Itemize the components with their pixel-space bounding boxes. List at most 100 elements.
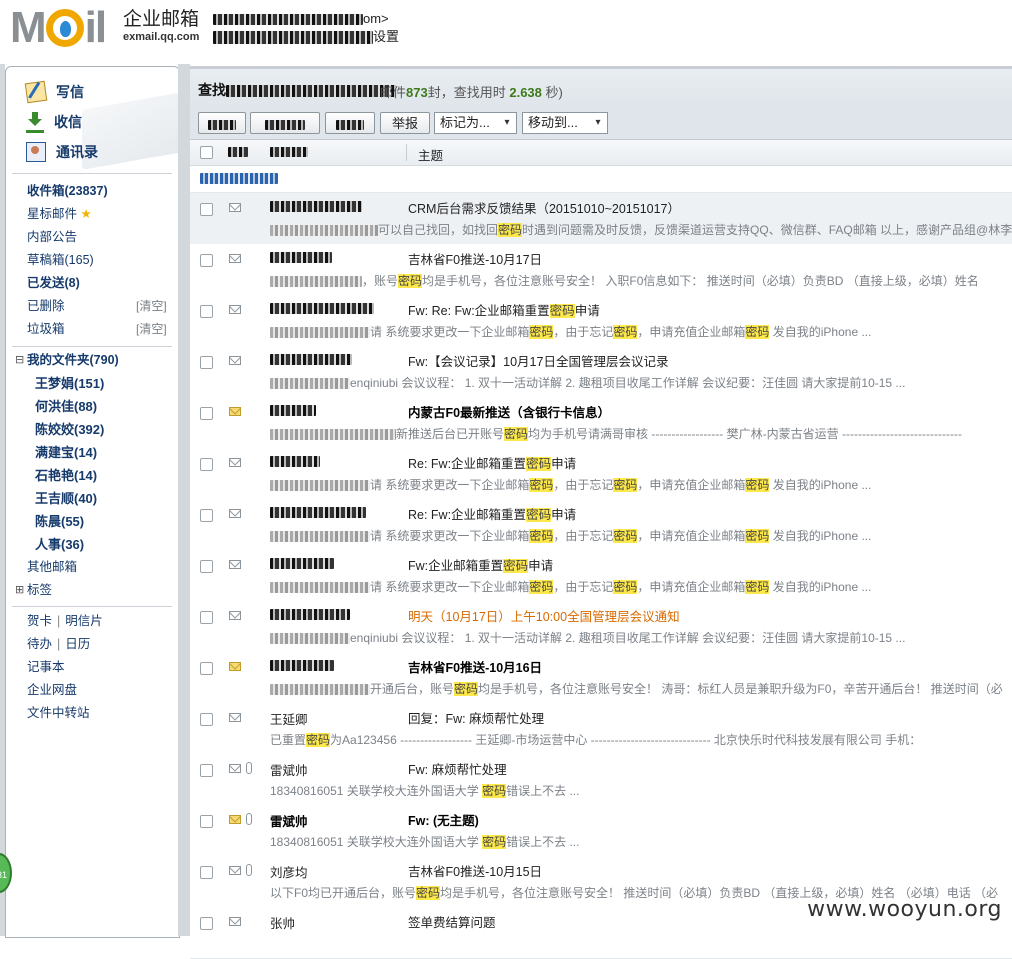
subject[interactable]: 签单费结算问题: [408, 912, 496, 931]
row-checkbox[interactable]: [200, 917, 213, 930]
folder-drafts[interactable]: 草稿箱(165): [27, 249, 94, 272]
mark-as-dropdown[interactable]: 标记为... ▾: [434, 112, 517, 134]
permanent-delete-button[interactable]: [250, 112, 320, 134]
subject[interactable]: Fw:企业邮箱重置密码申请: [408, 555, 553, 574]
mail-row[interactable]: Fw:企业邮箱重置密码申请请 系统要求更改一下企业邮箱密码，由于忘记密码，申请充…: [190, 550, 1012, 602]
row-checkbox[interactable]: [200, 254, 213, 267]
folder-deleted[interactable]: 已删除: [27, 295, 65, 318]
sender: [270, 505, 400, 519]
subject[interactable]: Fw: (无主题): [408, 810, 479, 829]
mail-row[interactable]: 明天（10月17日）上午10:00全国管理层会议通知 enqiniubi 会议议程…: [190, 601, 1012, 653]
row-checkbox[interactable]: [200, 305, 213, 318]
folder-inbox[interactable]: 收件箱(23837): [27, 180, 108, 203]
subfolder-item[interactable]: 王吉顺(40): [35, 487, 97, 510]
mail-row[interactable]: Re: Fw:企业邮箱重置密码申请请 系统要求更改一下企业邮箱密码，由于忘记密码…: [190, 448, 1012, 500]
tags-header[interactable]: 标签: [27, 579, 52, 602]
mail-list-panel: 查找 邮件873封，查找用时 2.638 秒) 举报 标记为... ▾ 移动到..…: [190, 66, 1012, 959]
row-checkbox[interactable]: [200, 866, 213, 879]
subfolder-item[interactable]: 王梦娟(151): [35, 372, 104, 395]
subfolder-item[interactable]: 石艳艳(14): [35, 464, 97, 487]
sender-redacted: [270, 609, 350, 621]
group-label-redacted: [200, 173, 278, 184]
date-group-header: [190, 166, 1012, 193]
todo-link[interactable]: 待办: [27, 637, 52, 651]
clear-spam-link[interactable]: [清空]: [136, 318, 167, 341]
subject[interactable]: 吉林省F0推送-10月17日: [408, 249, 542, 268]
folder-announcements[interactable]: 内部公告: [27, 226, 77, 249]
calendar-link[interactable]: 日历: [65, 637, 90, 651]
mail-row[interactable]: 内蒙古F0最新推送（含银行卡信息） 新推送后台已开账号密码均为手机号请满哥审核 -…: [190, 397, 1012, 449]
subfolder-item[interactable]: 陈姣姣(392): [35, 418, 104, 441]
mail-row[interactable]: 雷斌帅 Fw: 麻烦帮忙处理 18340816051 关联学校大连外国语大学 密码错…: [190, 754, 1012, 806]
subject[interactable]: Re: Fw:企业邮箱重置密码申请: [408, 453, 576, 472]
app-links-row: 贺卡 | 明信片: [27, 614, 103, 628]
subject[interactable]: Fw: Re: Fw:企业邮箱重置密码申请: [408, 300, 600, 319]
read-envelope-icon: [229, 917, 241, 926]
subject[interactable]: 明天（10月17日）上午10:00全国管理层会议通知: [408, 606, 680, 625]
mail-row[interactable]: Fw:【会议记录】10月17日全国管理层会议记录 enqiniubi 会议议程： …: [190, 346, 1012, 398]
row-checkbox[interactable]: [200, 611, 213, 624]
subfolder-item[interactable]: 何洪佳(88): [35, 395, 97, 418]
row-checkbox[interactable]: [200, 764, 213, 777]
subject[interactable]: 吉林省F0推送-10月16日: [408, 657, 542, 676]
mail-row[interactable]: Fw: Re: Fw:企业邮箱重置密码申请请 系统要求更改一下企业邮箱密码，由于…: [190, 295, 1012, 347]
move-to-dropdown[interactable]: 移动到... ▾: [522, 112, 608, 134]
row-checkbox[interactable]: [200, 458, 213, 471]
settings-link[interactable]: 设置: [373, 29, 399, 44]
row-checkbox[interactable]: [200, 713, 213, 726]
mail-row[interactable]: 雷斌帅 Fw: (无主题) 18340816051 关联学校大连外国语大学 密码错误…: [190, 805, 1012, 857]
row-checkbox[interactable]: [200, 407, 213, 420]
my-folders-header[interactable]: 我的文件夹(790): [27, 349, 119, 372]
subject[interactable]: 回复：Fw: 麻烦帮忙处理: [408, 708, 544, 727]
sender-column-header[interactable]: [270, 146, 308, 160]
mail-row[interactable]: CRM后台需求反馈结果（20151010~20151017） 可以自己找回，如找回…: [190, 193, 1012, 245]
row-checkbox[interactable]: [200, 203, 213, 216]
row-checkbox[interactable]: [200, 560, 213, 573]
main-frame-border: [178, 64, 190, 936]
snippet-redacted: [270, 225, 378, 237]
delete-button[interactable]: [198, 112, 246, 134]
row-checkbox[interactable]: [200, 815, 213, 828]
snippet-redacted: [270, 582, 370, 594]
subject[interactable]: 内蒙古F0最新推送（含银行卡信息）: [408, 402, 610, 421]
sender: [270, 352, 400, 366]
folder-spam[interactable]: 垃圾箱: [27, 318, 65, 341]
sender: [270, 556, 400, 570]
greeting-card-link[interactable]: 贺卡: [27, 614, 52, 628]
file-transfer-link[interactable]: 文件中转站: [27, 702, 90, 725]
postcard-link[interactable]: 明信片: [65, 614, 103, 628]
notepad-link[interactable]: 记事本: [27, 656, 65, 679]
forward-button[interactable]: [325, 112, 375, 134]
select-all-checkbox[interactable]: [200, 146, 213, 159]
subject[interactable]: Fw: 麻烦帮忙处理: [408, 759, 507, 778]
folder-sent[interactable]: 已发送(8): [27, 272, 80, 295]
other-mailboxes[interactable]: 其他邮箱: [27, 556, 77, 579]
netdisk-link[interactable]: 企业网盘: [27, 679, 77, 702]
report-button[interactable]: 举报: [380, 112, 430, 134]
chevron-down-icon: ▾: [595, 117, 601, 128]
mail-row[interactable]: 吉林省F0推送-10月16日 开通后台，账号密码均是手机号，各位注意账号安全！ 涛…: [190, 652, 1012, 704]
subject-column-header[interactable]: 主题: [418, 145, 443, 164]
subject[interactable]: 吉林省F0推送-10月15日: [408, 861, 542, 880]
row-checkbox[interactable]: [200, 662, 213, 675]
expand-toggle-icon[interactable]: ⊞: [15, 579, 24, 602]
subfolder-item[interactable]: 陈晨(55): [35, 510, 84, 533]
contacts-button[interactable]: 通讯录: [26, 139, 98, 165]
collapse-toggle-icon[interactable]: ⊟: [15, 349, 24, 372]
subject[interactable]: Fw:【会议记录】10月17日全国管理层会议记录: [408, 351, 668, 370]
status-column-header[interactable]: [228, 146, 248, 160]
exmail-logo[interactable]: M il: [10, 3, 107, 52]
clear-deleted-link[interactable]: [清空]: [136, 295, 167, 318]
subfolder-item[interactable]: 人事(36): [35, 533, 84, 556]
mail-row[interactable]: 王延卿 回复：Fw: 麻烦帮忙处理 已重置密码为Aa123456 ---------…: [190, 703, 1012, 755]
row-checkbox[interactable]: [200, 356, 213, 369]
compose-button[interactable]: 写信: [24, 79, 84, 105]
folder-starred[interactable]: 星标邮件 ★: [27, 203, 92, 226]
subject[interactable]: Re: Fw:企业邮箱重置密码申请: [408, 504, 576, 523]
subject[interactable]: CRM后台需求反馈结果（20151010~20151017）: [408, 198, 680, 217]
mail-row[interactable]: Re: Fw:企业邮箱重置密码申请请 系统要求更改一下企业邮箱密码，由于忘记密码…: [190, 499, 1012, 551]
row-checkbox[interactable]: [200, 509, 213, 522]
subfolder-item[interactable]: 满建宝(14): [35, 441, 97, 464]
mail-row[interactable]: 吉林省F0推送-10月17日 ，账号密码均是手机号，各位注意账号安全！ 入职F0信…: [190, 244, 1012, 296]
receive-button[interactable]: 收信: [26, 109, 82, 135]
